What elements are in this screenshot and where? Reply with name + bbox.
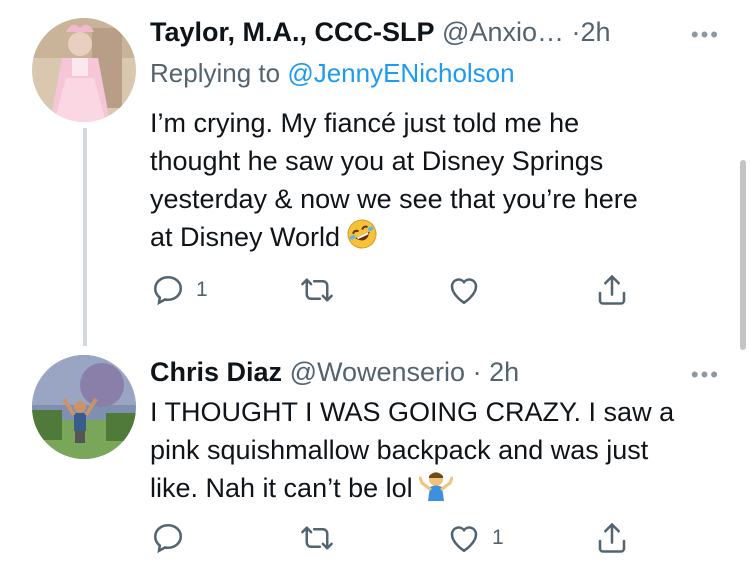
separator-dot: · xyxy=(571,17,581,47)
tweet-taylor[interactable]: Taylor, M.A., CCC-SLP @Anxio… ·2h ••• Re… xyxy=(0,0,750,345)
reply-icon xyxy=(153,523,183,554)
tweet-text-line-content: like. Nah it can’t be lol xyxy=(150,473,413,504)
tweet-text-line: I’m crying. My fiancé just told me he xyxy=(150,108,580,138)
tweet-text-line: pink squishmallow backpack and was just xyxy=(150,435,649,465)
heart-icon xyxy=(450,278,478,305)
share-button[interactable] xyxy=(594,272,630,308)
tweet-text-line: yesterday & now we see that you’re here xyxy=(150,184,638,214)
like-button[interactable] xyxy=(446,272,482,308)
tweet-header: Chris Diaz @Wowenserio · 2h xyxy=(150,357,519,388)
tweet-text: I THOUGHT I WAS GOING CRAZY. I saw a pin… xyxy=(150,393,730,511)
tweet-actions: 1 xyxy=(150,520,650,560)
tweet-chris[interactable]: Chris Diaz @Wowenserio · 2h ••• I THOUGH… xyxy=(0,345,750,570)
like-count: 1 xyxy=(492,526,504,549)
retweet-button[interactable] xyxy=(298,272,336,308)
retweet-icon xyxy=(301,278,333,302)
scrollbar[interactable] xyxy=(740,160,746,350)
more-options-icon[interactable]: ••• xyxy=(691,362,720,388)
tweet-text-line: thought he saw you at Disney Springs xyxy=(150,146,604,176)
replying-to-link[interactable]: @JennyENicholson xyxy=(287,58,514,88)
like-button[interactable]: 1 xyxy=(446,520,504,556)
tweet-text-line-content: at Disney World xyxy=(150,222,341,253)
share-icon xyxy=(598,275,626,305)
retweet-button[interactable] xyxy=(298,520,336,556)
user-handle[interactable]: @Anxio… xyxy=(442,17,564,47)
display-name[interactable]: Taylor, M.A., CCC-SLP xyxy=(150,17,435,47)
retweet-icon xyxy=(301,526,333,550)
share-icon xyxy=(598,523,626,553)
reply-button[interactable]: 1 xyxy=(150,272,208,308)
replying-to-label: Replying to xyxy=(150,58,281,88)
reply-button[interactable] xyxy=(150,520,186,556)
timestamp[interactable]: 2h xyxy=(489,357,519,387)
man-shrugging-emoji xyxy=(418,469,454,511)
share-button[interactable] xyxy=(594,520,630,556)
reply-icon xyxy=(153,275,183,306)
heart-icon xyxy=(450,526,478,553)
reply-count: 1 xyxy=(196,278,208,301)
tweet-text: I’m crying. My fiancé just told me he th… xyxy=(150,104,730,260)
tweet-text-line: at Disney World xyxy=(150,218,730,260)
tweet-actions: 1 xyxy=(150,272,650,312)
separator-dot: · xyxy=(472,357,482,387)
tweet-text-line: I THOUGHT I WAS GOING CRAZY. I saw a xyxy=(150,397,675,427)
display-name[interactable]: Chris Diaz xyxy=(150,357,282,387)
replying-to: Replying to @JennyENicholson xyxy=(150,58,515,89)
rolling-on-floor-laughing-emoji xyxy=(346,218,378,260)
tweet-text-line: like. Nah it can’t be lol xyxy=(150,469,730,511)
user-handle[interactable]: @Wowenserio xyxy=(290,357,465,387)
more-options-icon[interactable]: ••• xyxy=(691,22,720,48)
tweet-header: Taylor, M.A., CCC-SLP @Anxio… ·2h xyxy=(150,17,611,48)
timestamp[interactable]: 2h xyxy=(581,17,611,47)
avatar[interactable] xyxy=(32,355,136,459)
avatar[interactable] xyxy=(32,18,136,122)
